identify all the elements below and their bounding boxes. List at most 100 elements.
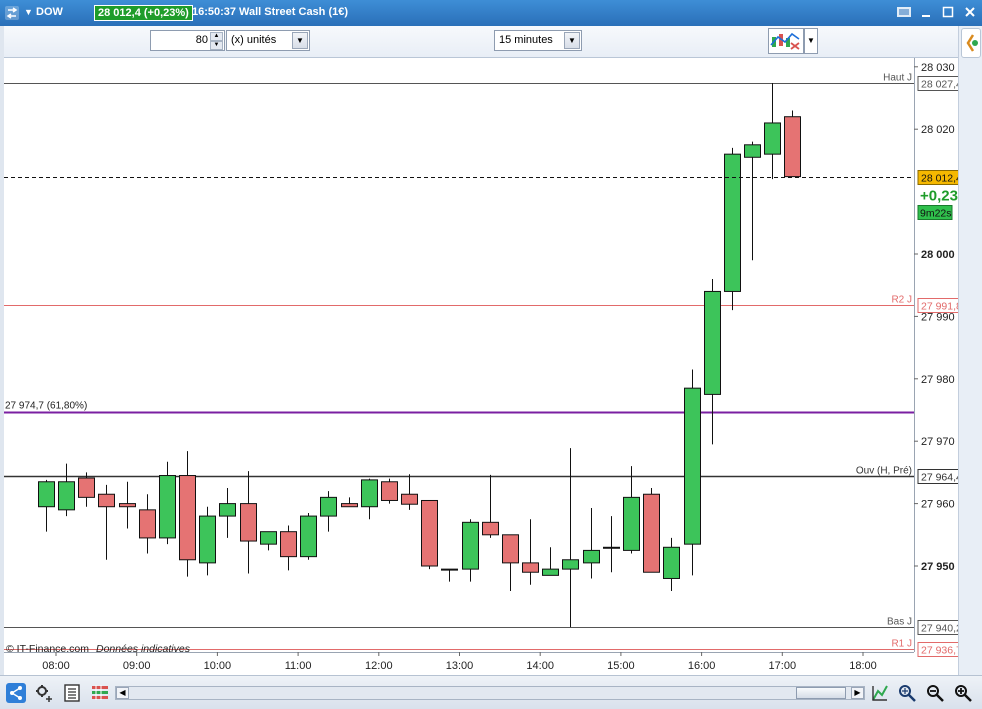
candle-up — [744, 144, 761, 158]
share-icon[interactable] — [6, 683, 26, 703]
chevron-down-icon[interactable]: ▼ — [292, 32, 308, 49]
current-change-percent: +0,23% — [920, 188, 958, 205]
candle-down — [98, 493, 115, 508]
candle-down — [381, 481, 398, 501]
zoom-in-icon[interactable] — [953, 683, 973, 703]
candle-up — [583, 549, 600, 564]
interval-select[interactable]: 15 minutes ▼ — [494, 30, 582, 51]
zoom-out-icon[interactable] — [925, 683, 945, 703]
auto-scale-icon[interactable] — [870, 683, 890, 703]
candlestick-chart[interactable]: 28 030 28 020 28 000 27 990 27 980 27 970 27 9… — [4, 58, 958, 675]
market-name: Wall Street Cash (1€) — [239, 6, 349, 18]
side-panel-toggle-icon[interactable] — [961, 28, 981, 58]
current-price-label: 28 012,4 — [921, 173, 958, 185]
candle-up — [623, 496, 640, 551]
minimize-icon[interactable] — [918, 5, 934, 19]
units-select[interactable]: (x) unités ▼ — [226, 30, 310, 51]
stepper-down-icon[interactable]: ▼ — [210, 41, 223, 50]
candle-down — [139, 509, 156, 539]
candle-up — [542, 568, 559, 576]
chart-area[interactable]: 28 030 28 020 28 000 27 990 27 980 27 970 27 9… — [4, 58, 958, 675]
candle-up — [462, 521, 479, 570]
candle-up — [603, 546, 620, 549]
candle-up — [684, 387, 701, 545]
candle-down — [240, 503, 257, 542]
x-tick-label: 18:00 — [849, 660, 877, 672]
y-tick-label: 27 950 — [921, 561, 955, 573]
candle-down — [421, 499, 438, 567]
x-tick-label: 16:00 — [688, 660, 716, 672]
candle-down — [482, 521, 499, 536]
candle-up — [562, 559, 579, 570]
restore-icon[interactable] — [940, 5, 956, 19]
symbol-name[interactable]: DOW — [36, 6, 63, 18]
y-tick-label: 27 980 — [921, 374, 955, 386]
units-select-label: (x) unités — [231, 34, 277, 46]
close-icon[interactable] — [962, 5, 978, 19]
title-bar: ▼ DOW 28 012,4 (+0,23%) 16:50:37 Wall St… — [0, 0, 982, 26]
candle-up — [260, 531, 277, 545]
color-table-icon[interactable] — [90, 683, 110, 703]
candle-down — [341, 503, 358, 508]
level-value-label: 27 964,4 — [921, 472, 958, 484]
level-name: R1 J — [891, 639, 912, 650]
x-tick-label: 09:00 — [123, 660, 151, 672]
scroll-left-icon[interactable]: ◀ — [116, 687, 129, 699]
window-controls — [896, 5, 978, 19]
units-value[interactable]: 80 — [196, 34, 208, 46]
chevron-down-icon[interactable]: ▼ — [564, 32, 580, 49]
candle-down — [78, 477, 95, 498]
countdown-label: 9m22s — [920, 208, 952, 220]
x-tick-label: 12:00 — [365, 660, 393, 672]
scrollbar-thumb[interactable] — [796, 687, 846, 699]
candle-up — [159, 475, 176, 539]
candle-up — [724, 153, 741, 292]
zoom-fit-icon[interactable] — [897, 683, 917, 703]
candle-down — [643, 493, 660, 573]
candle-down — [784, 116, 801, 178]
x-tick-label: 08:00 — [42, 660, 70, 672]
level-value-label: 27 991,8 — [921, 301, 958, 313]
level-name: Bas J — [887, 617, 912, 628]
candle-up — [38, 481, 55, 508]
watermark-note: Données indicatives — [96, 643, 191, 655]
candle-up — [441, 568, 458, 571]
y-tick-label: 28 030 — [921, 62, 955, 74]
settings-icon[interactable] — [34, 683, 54, 703]
candle-up — [320, 496, 337, 517]
menu-icon[interactable] — [896, 5, 912, 19]
candle-up — [361, 479, 378, 508]
chevron-down-icon[interactable]: ▼ — [24, 7, 33, 17]
watermark-copyright: © IT-Finance.com — [6, 643, 89, 655]
x-tick-label: 10:00 — [204, 660, 232, 672]
price-change-badge: 28 012,4 (+0,23%) — [94, 5, 193, 21]
y-tick-label: 27 970 — [921, 436, 955, 448]
time-scrollbar[interactable]: ◀ ▶ — [115, 686, 865, 700]
x-tick-label: 17:00 — [769, 660, 797, 672]
candle-down — [280, 531, 297, 558]
units-stepper[interactable]: 80 ▲ ▼ — [150, 30, 225, 51]
bottom-toolbar: ◀ ▶ — [0, 675, 982, 709]
candle-down — [522, 562, 539, 573]
candle-up — [704, 290, 721, 395]
candle-up — [219, 503, 236, 517]
stepper-up-icon[interactable]: ▲ — [210, 32, 223, 41]
y-tick-label: 27 960 — [921, 499, 955, 511]
indicators-dropdown-icon[interactable]: ▼ — [804, 28, 818, 54]
candle-up — [663, 546, 680, 579]
candle-up — [58, 481, 75, 511]
instrument-arrows-icon[interactable] — [4, 5, 20, 21]
indicators-button[interactable] — [768, 28, 804, 54]
level-name: Ouv (H, Pré) — [856, 466, 912, 477]
level-value-label: 27 940,2 — [921, 623, 958, 635]
list-icon[interactable] — [62, 683, 82, 703]
x-tick-label: 11:00 — [285, 660, 312, 672]
level-name: Haut J — [883, 73, 912, 84]
level-value-label: 27 936,7 — [921, 645, 958, 657]
candle-up — [300, 515, 317, 558]
candle-up — [764, 122, 781, 155]
app-window: ▼ DOW 28 012,4 (+0,23%) 16:50:37 Wall St… — [0, 0, 982, 709]
x-tick-label: 15:00 — [607, 660, 635, 672]
chart-toolbar: 80 ▲ ▼ (x) unités ▼ 15 minutes ▼ ▼ — [4, 26, 958, 58]
scroll-right-icon[interactable]: ▶ — [851, 687, 864, 699]
